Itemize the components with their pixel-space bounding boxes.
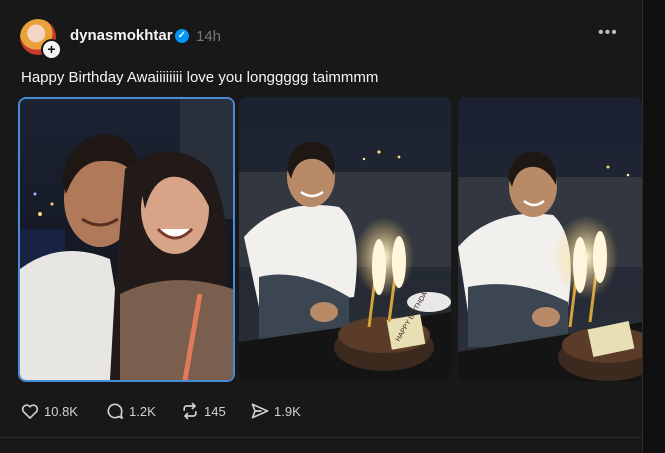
reply-count: 1.2K <box>129 403 156 419</box>
heart-icon <box>21 404 39 419</box>
share-button[interactable]: 1.9K <box>250 401 301 421</box>
divider <box>0 437 642 438</box>
username[interactable]: dynasmokhtar <box>70 27 173 44</box>
repost-icon <box>183 402 197 420</box>
comment-icon <box>107 403 123 419</box>
repost-button[interactable]: 145 <box>180 401 226 421</box>
post-caption: Happy Birthday Awaiiiiiiii love you long… <box>21 69 379 86</box>
photo-selfie[interactable] <box>18 97 235 382</box>
like-button[interactable]: 10.8K <box>20 401 78 421</box>
like-count: 10.8K <box>44 403 78 419</box>
photo-birthday-cake[interactable]: HAPPY BIRTHDAY <box>239 97 451 382</box>
verified-badge-icon: ✓ <box>175 29 189 43</box>
share-count: 1.9K <box>274 403 301 419</box>
repost-count: 145 <box>204 403 226 419</box>
photo-birthday-closeup[interactable] <box>458 97 642 382</box>
post-time[interactable]: 14h <box>196 28 221 45</box>
more-options-icon[interactable]: ••• <box>598 25 618 41</box>
send-icon <box>251 403 269 419</box>
follow-plus-icon[interactable]: + <box>41 39 62 60</box>
reply-button[interactable]: 1.2K <box>105 401 156 421</box>
post-card: + dynasmokhtar ✓ 14h ••• Happy Birthday … <box>0 0 643 453</box>
